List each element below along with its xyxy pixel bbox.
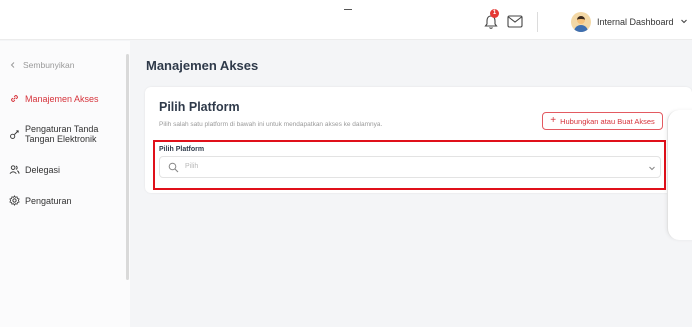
user-name[interactable]: Internal Dashboard	[597, 17, 674, 27]
sidebar-scrollbar[interactable]	[126, 54, 129, 280]
avatar[interactable]	[571, 12, 591, 32]
signature-icon	[10, 129, 19, 139]
sidebar-item-manajemen-akses[interactable]: Manajemen Akses	[9, 93, 99, 104]
sidebar-item-delegasi[interactable]: Delegasi	[9, 164, 60, 175]
sidebar-hide-toggle[interactable]: Sembunyikan	[9, 58, 75, 72]
page-title: Manajemen Akses	[146, 58, 259, 73]
chevron-left-icon	[10, 62, 15, 68]
chevron-down-icon[interactable]	[680, 17, 688, 25]
sidebar-item-label: Pengaturan	[25, 195, 72, 206]
users-icon	[9, 165, 20, 174]
card-title: Pilih Platform	[159, 100, 240, 114]
sidebar	[0, 41, 130, 327]
link-icon	[11, 95, 18, 102]
window-minimize-mark	[344, 9, 352, 10]
gear-icon	[9, 195, 20, 206]
search-icon	[168, 162, 179, 173]
connect-or-create-access-button[interactable]: + Hubungkan atau Buat Akses	[542, 112, 663, 130]
platform-select[interactable]: Pilih	[159, 156, 661, 178]
notification-badge: 1	[490, 9, 499, 18]
plus-icon: +	[550, 115, 557, 126]
sidebar-item-label-line2: Tangan Elektronik	[25, 134, 97, 144]
header-divider	[537, 12, 538, 32]
sidebar-item-pengaturan-tanda-tangan[interactable]: Pengaturan Tanda Tangan Elektronik	[9, 124, 98, 144]
mail-icon[interactable]	[507, 15, 523, 28]
side-panel-edge[interactable]	[667, 110, 692, 240]
connect-button-label: Hubungkan atau Buat Akses	[560, 116, 655, 126]
platform-select-placeholder: Pilih	[185, 163, 199, 170]
platform-field-label: Pilih Platform	[159, 146, 205, 153]
chevron-down-icon	[649, 166, 655, 171]
sidebar-item-label: Delegasi	[25, 164, 61, 175]
sidebar-item-pengaturan[interactable]: Pengaturan	[9, 195, 72, 206]
sidebar-hide-label: Sembunyikan	[23, 60, 75, 70]
sidebar-item-label: Pengaturan Tanda	[25, 124, 99, 134]
sidebar-item-label: Manajemen Akses	[25, 93, 99, 104]
card-description: Pilih salah satu platform di bawah ini u…	[159, 121, 383, 128]
